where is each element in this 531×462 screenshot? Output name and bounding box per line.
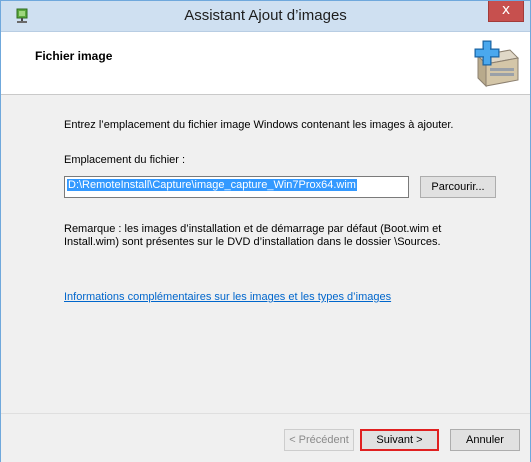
add-image-box-icon <box>474 40 520 88</box>
title-bar: Assistant Ajout d’images x <box>1 1 530 32</box>
wizard-content: Entrez l’emplacement du fichier image Wi… <box>1 95 530 413</box>
more-info-link[interactable]: Informations complémentaires sur les ima… <box>64 291 391 303</box>
page-title: Fichier image <box>35 49 113 63</box>
remark-text: Remarque : les images d’installation et … <box>64 223 442 248</box>
browse-button[interactable]: Parcourir... <box>420 176 496 198</box>
file-path-input[interactable]: D:\RemoteInstall\Capture\image_capture_W… <box>64 176 409 198</box>
file-location-label: Emplacement du fichier : <box>64 154 186 166</box>
instructions-text: Entrez l’emplacement du fichier image Wi… <box>64 119 454 131</box>
wizard-header: Fichier image <box>1 32 530 95</box>
wizard-footer: < Précédent Suivant > Annuler <box>1 413 530 462</box>
file-path-value: D:\RemoteInstall\Capture\image_capture_W… <box>67 179 357 191</box>
window-title: Assistant Ajout d’images <box>184 7 347 24</box>
next-button[interactable]: Suivant > <box>360 429 439 451</box>
cancel-button[interactable]: Annuler <box>450 429 520 451</box>
wizard-window: Assistant Ajout d’images x Fichier image… <box>0 0 531 462</box>
previous-button[interactable]: < Précédent <box>284 429 354 451</box>
close-button[interactable]: x <box>488 1 524 22</box>
